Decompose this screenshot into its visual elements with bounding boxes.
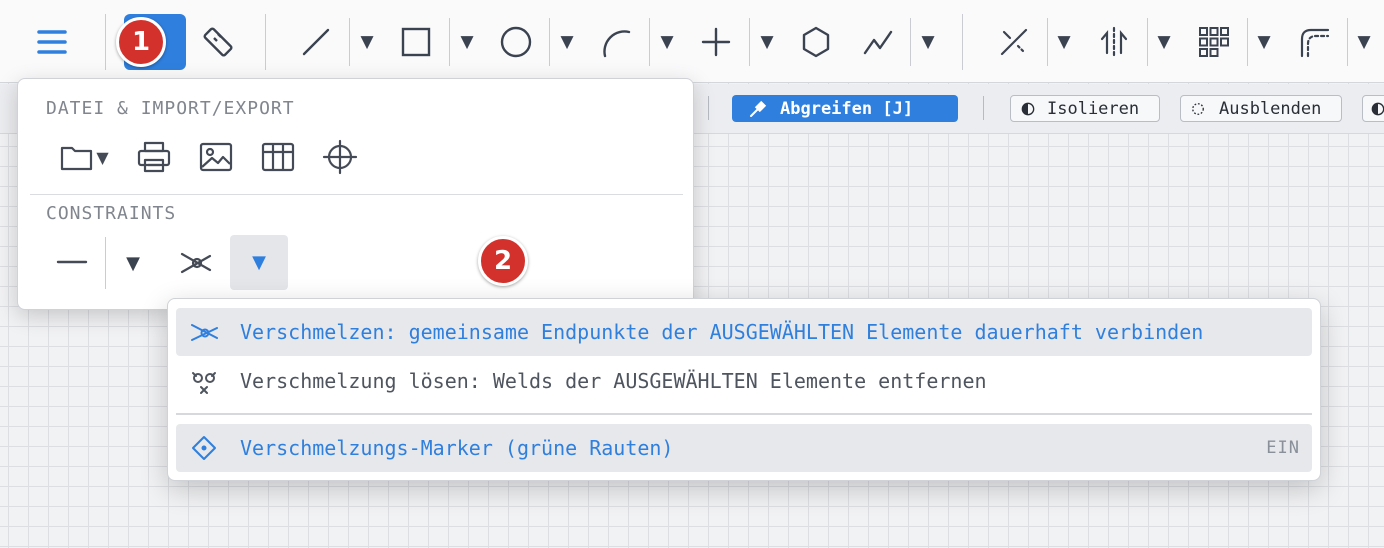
crosshair-icon[interactable] [318,135,362,179]
half-circle-icon [1371,102,1384,116]
ruler-icon[interactable] [196,20,240,64]
weld-marker-toggle[interactable]: Verschmelzungs-Marker (grüne Rauten) EIN [176,424,1312,472]
table-icon[interactable] [256,135,300,179]
crosshair-plus-icon[interactable] [694,20,738,64]
weld-options-menu: Verschmelzen: gemeinsame Endpunkte der A… [167,298,1321,481]
arc-dropdown[interactable]: ▼ [656,20,678,64]
step-badge-1: 1 [116,17,166,67]
weld-icon[interactable] [174,240,218,284]
folder-icon[interactable]: ▼ [54,135,114,179]
hide-label: Ausblenden [1219,98,1322,119]
print-icon[interactable] [132,135,176,179]
unweld-icon [192,372,216,394]
hamburger-icon[interactable] [30,20,74,64]
trim-icon[interactable] [992,20,1036,64]
weld-icon [191,324,218,341]
grid-array-icon[interactable] [1192,20,1236,64]
fillet-icon[interactable] [1292,20,1336,64]
circle-dropdown[interactable]: ▼ [556,20,578,64]
fillet-dropdown[interactable]: ▼ [1353,20,1375,64]
main-toolbar: 1 ▼ ▼ ▼ ▼ ▼ ▼ ▼ ▼ ▼ ▼ [0,0,1384,83]
rectangle-icon[interactable] [394,20,438,64]
constraints-title: CONSTRAINTS [46,203,177,224]
weld-marker-label: Verschmelzungs-Marker (grüne Rauten) [240,436,674,460]
array-dropdown[interactable]: ▼ [1253,20,1275,64]
eyedropper-icon [750,100,767,117]
unweld-menu-item[interactable]: Verschmelzung lösen: Welds der AUSGEWÄHL… [176,357,1312,405]
hide-button[interactable]: Ausblenden [1180,95,1342,122]
isolate-label: Isolieren [1047,98,1140,119]
half-circle-icon [1021,102,1035,116]
arc-icon[interactable] [594,20,638,64]
rectangle-dropdown[interactable]: ▼ [456,20,478,64]
hexagon-icon[interactable] [794,20,838,64]
toggle-status: EIN [1266,438,1300,458]
mirror-dropdown[interactable]: ▼ [1153,20,1175,64]
line-icon[interactable] [294,20,338,64]
weld-menu-item[interactable]: Verschmelzen: gemeinsame Endpunkte der A… [176,308,1312,356]
image-icon[interactable] [194,135,238,179]
main-menu-panel: DATEI & IMPORT/EXPORT ▼ CONSTRAINTS ▼ ▼ [17,78,694,310]
pick-button[interactable]: Abgreifen [J] [732,95,958,122]
polyline-icon[interactable] [856,20,900,64]
trim-dropdown[interactable]: ▼ [1053,20,1075,64]
folder-dropdown[interactable]: ▼ [96,148,108,167]
polyline-dropdown[interactable]: ▼ [917,20,939,64]
unweld-menu-label: Verschmelzung lösen: Welds der AUSGEWÄHL… [240,369,987,393]
horizontal-line-icon[interactable] [50,240,94,284]
file-section-title: DATEI & IMPORT/EXPORT [46,98,295,119]
weld-dropdown[interactable]: ▼ [230,235,288,290]
constraint-dropdown[interactable]: ▼ [118,241,148,285]
isolate-button[interactable]: Isolieren [1010,95,1160,122]
weld-menu-label: Verschmelzen: gemeinsame Endpunkte der A… [240,320,1204,344]
point-dropdown[interactable]: ▼ [756,20,778,64]
diamond-marker-icon [192,436,216,460]
overflow-button[interactable] [1362,95,1384,122]
pick-label: Abgreifen [J] [780,98,914,119]
step-badge-2: 2 [478,236,528,286]
line-dropdown[interactable]: ▼ [356,20,378,64]
mirror-icon[interactable] [1092,20,1136,64]
dotted-circle-icon [1192,103,1204,115]
circle-icon[interactable] [494,20,538,64]
